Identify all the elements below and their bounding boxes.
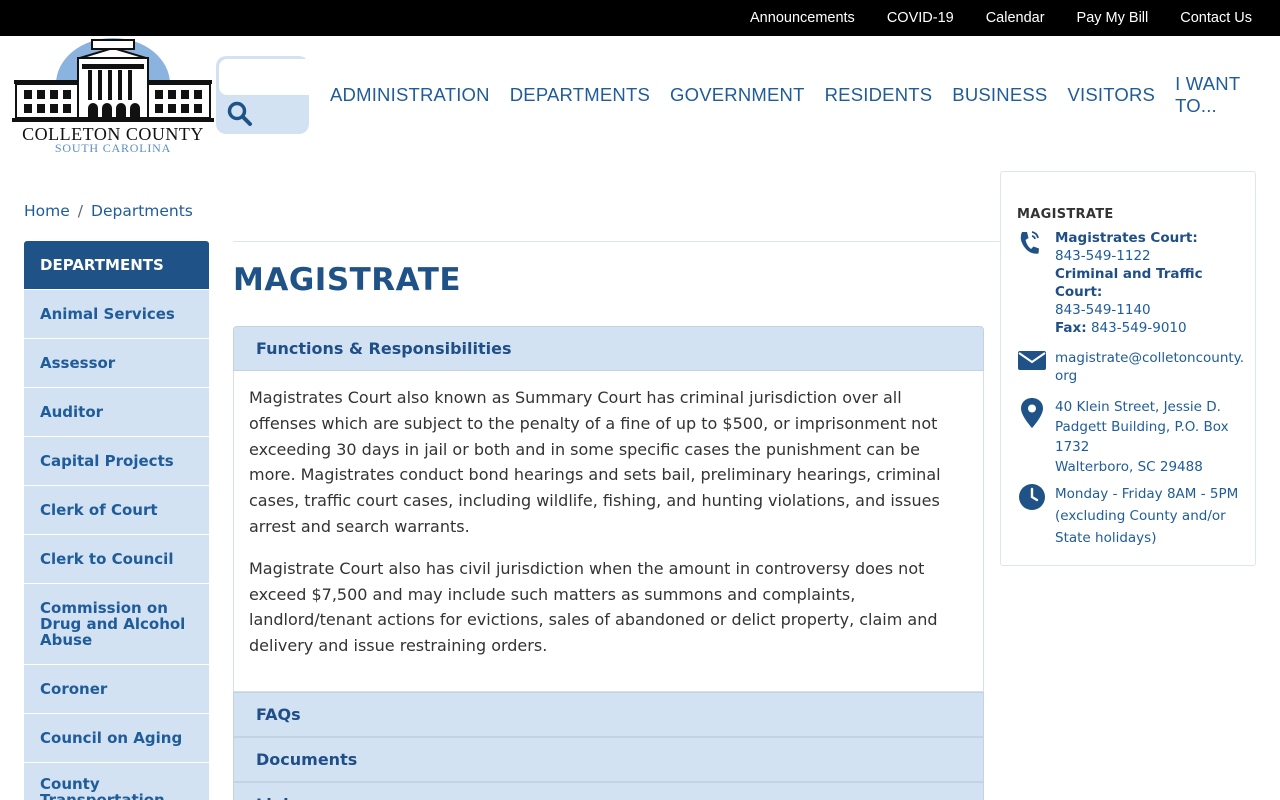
sidebar-item-council-on-aging[interactable]: Council on Aging: [24, 713, 209, 762]
breadcrumb: Home / Departments: [24, 202, 193, 220]
nav-visitors[interactable]: VISITORS: [1067, 84, 1155, 106]
covid-19-link[interactable]: COVID-19: [887, 10, 954, 26]
contact-hours-text: Monday - Friday 8AM - 5PM (excluding Cou…: [1055, 486, 1239, 546]
accordion-faqs[interactable]: FAQs: [233, 691, 984, 737]
phone-label-criminal-traffic: Criminal and Traffic Court:: [1055, 266, 1203, 300]
utility-links: Announcements COVID-19 Calendar Pay My B…: [734, 0, 1268, 36]
logo-state-name: SOUTH CAROLINA: [54, 141, 172, 155]
top-utility-bar: Announcements COVID-19 Calendar Pay My B…: [0, 0, 1280, 36]
nav-departments[interactable]: DEPARTMENTS: [510, 84, 650, 106]
sidebar-item-clerk-of-court[interactable]: Clerk of Court: [24, 485, 209, 534]
county-logo[interactable]: COLLETON COUNTY SOUTH CAROLINA: [10, 36, 216, 158]
envelope-icon: [1017, 349, 1047, 375]
nav-residents[interactable]: RESIDENTS: [825, 84, 933, 106]
sidebar-item-clerk-to-council[interactable]: Clerk to Council: [24, 534, 209, 583]
search-input[interactable]: [219, 59, 309, 95]
phone-label-magistrates: Magistrates Court:: [1055, 230, 1198, 246]
sidebar-item-capital-projects[interactable]: Capital Projects: [24, 436, 209, 485]
accordion-links[interactable]: Links: [233, 781, 984, 800]
contact-address-text: 40 Klein Street, Jessie D. Padgett Build…: [1055, 397, 1245, 477]
sidebar: DEPARTMENTS Animal Services Assessor Aud…: [24, 241, 209, 800]
clock-icon: [1017, 483, 1047, 515]
sidebar-item-assessor[interactable]: Assessor: [24, 338, 209, 387]
phone-icon: [1017, 229, 1047, 261]
search-icon: [227, 101, 252, 126]
nav-business[interactable]: BUSINESS: [952, 84, 1047, 106]
accordion-panel: Magistrates Court also known as Summary …: [233, 371, 984, 692]
announcements-link[interactable]: Announcements: [750, 10, 855, 26]
address-line-2: Walterboro, SC 29488: [1055, 459, 1203, 475]
fax-number: 843-549-9010: [1090, 320, 1187, 336]
main-navigation: ADMINISTRATION DEPARTMENTS GOVERNMENT RE…: [320, 73, 1280, 116]
search-box: [216, 56, 309, 134]
phone-magistrates-link[interactable]: 843-549-1122: [1055, 248, 1151, 264]
courthouse-logo-icon: [12, 38, 214, 122]
address-line-1: 40 Klein Street, Jessie D. Padgett Build…: [1055, 399, 1229, 455]
contact-phone-text: Magistrates Court: 843-549-1122 Criminal…: [1055, 229, 1245, 337]
contact-card-title: MAGISTRATE: [1017, 207, 1114, 222]
accordion-functions-responsibilities[interactable]: Functions & Responsibilities: [233, 326, 984, 371]
body-paragraph: Magistrate Court also has civil jurisdic…: [249, 558, 938, 656]
sidebar-item-auditor[interactable]: Auditor: [24, 387, 209, 436]
sidebar-heading[interactable]: DEPARTMENTS: [24, 241, 209, 289]
sidebar-item-coroner[interactable]: Coroner: [24, 664, 209, 713]
sidebar-item-county-transportation[interactable]: County Transportation: [24, 762, 209, 800]
pay-my-bill-link[interactable]: Pay My Bill: [1077, 10, 1149, 26]
contact-us-link[interactable]: Contact Us: [1180, 10, 1252, 26]
accordion-documents[interactable]: Documents: [233, 736, 984, 782]
nav-administration[interactable]: ADMINISTRATION: [330, 84, 490, 106]
accordion: Functions & Responsibilities Magistrates…: [233, 326, 984, 800]
fax-label: Fax:: [1055, 320, 1087, 336]
sidebar-item-commission-drug-alcohol[interactable]: Commission on Drug and Alcohol Abuse: [24, 583, 209, 664]
breadcrumb-home[interactable]: Home: [24, 202, 70, 220]
sidebar-item-animal-services[interactable]: Animal Services: [24, 289, 209, 338]
nav-i-want-to[interactable]: I WANT TO...: [1175, 73, 1270, 117]
phone-criminal-traffic-link[interactable]: 843-549-1140: [1055, 302, 1151, 318]
page-title: MAGISTRATE: [233, 262, 462, 298]
breadcrumb-departments[interactable]: Departments: [91, 202, 193, 220]
map-pin-icon: [1017, 397, 1047, 433]
body-paragraph: Magistrates Court also known as Summary …: [249, 388, 941, 536]
breadcrumb-separator: /: [77, 202, 84, 220]
contact-email-link[interactable]: magistrate@colletoncounty.org: [1055, 349, 1245, 385]
search-button[interactable]: [222, 98, 258, 130]
calendar-link[interactable]: Calendar: [986, 10, 1045, 26]
contact-card: MAGISTRATE Magistrates Court: 843-549-11…: [1000, 171, 1256, 566]
content-divider: [233, 241, 1000, 242]
nav-government[interactable]: GOVERNMENT: [670, 84, 805, 106]
